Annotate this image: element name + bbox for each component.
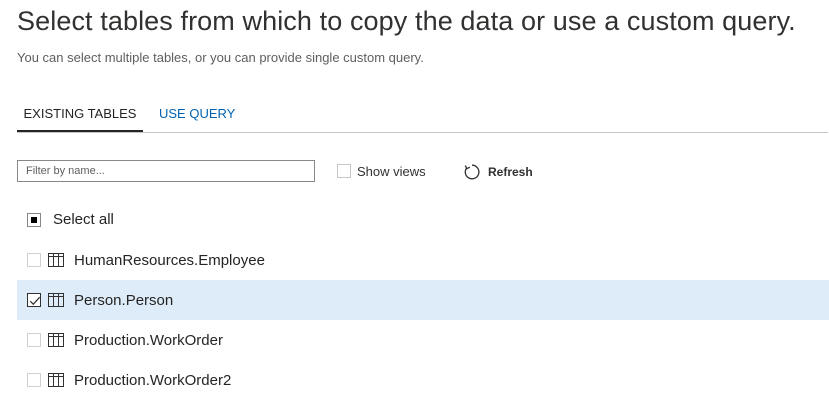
table-row[interactable]: HumanResources.Employee [17,240,829,280]
row-checkbox[interactable] [27,333,41,347]
table-name: Person.Person [74,291,174,309]
refresh-icon [463,163,481,181]
checkmark-icon [29,296,41,306]
table-icon [48,333,64,347]
tab-use-query[interactable]: USE QUERY [159,96,235,132]
row-checkbox[interactable] [27,293,41,307]
select-all-label: Select all [53,211,114,228]
select-all-toggle[interactable]: Select all [27,211,114,228]
select-all-checkbox[interactable] [27,212,41,227]
show-views-toggle[interactable]: Show views [337,163,426,179]
table-row[interactable]: Production.WorkOrder2 [17,360,829,400]
show-views-label: Show views [357,163,426,179]
row-checkbox[interactable] [27,373,41,387]
refresh-button[interactable]: Refresh [463,163,533,181]
copy-data-source-panel: Select tables from which to copy the dat… [0,0,829,404]
table-name: Production.WorkOrder2 [74,371,232,389]
refresh-label: Refresh [488,165,533,179]
page-title: Select tables from which to copy the dat… [17,6,796,36]
table-icon [48,293,64,307]
page-subtitle: You can select multiple tables, or you c… [17,50,424,65]
table-name: Production.WorkOrder [74,331,223,349]
table-icon [48,253,64,267]
table-row[interactable]: Person.Person [17,280,829,320]
row-checkbox[interactable] [27,253,41,267]
tab-existing-tables[interactable]: EXISTING TABLES [17,96,143,132]
table-list: HumanResources.Employee Person.Person Pr… [17,240,829,400]
table-name: HumanResources.Employee [74,251,265,269]
table-row[interactable]: Production.WorkOrder [17,320,829,360]
tab-bar: EXISTING TABLES USE QUERY [17,96,828,133]
filter-input[interactable] [17,160,315,182]
show-views-checkbox[interactable] [337,164,351,178]
table-icon [48,373,64,387]
